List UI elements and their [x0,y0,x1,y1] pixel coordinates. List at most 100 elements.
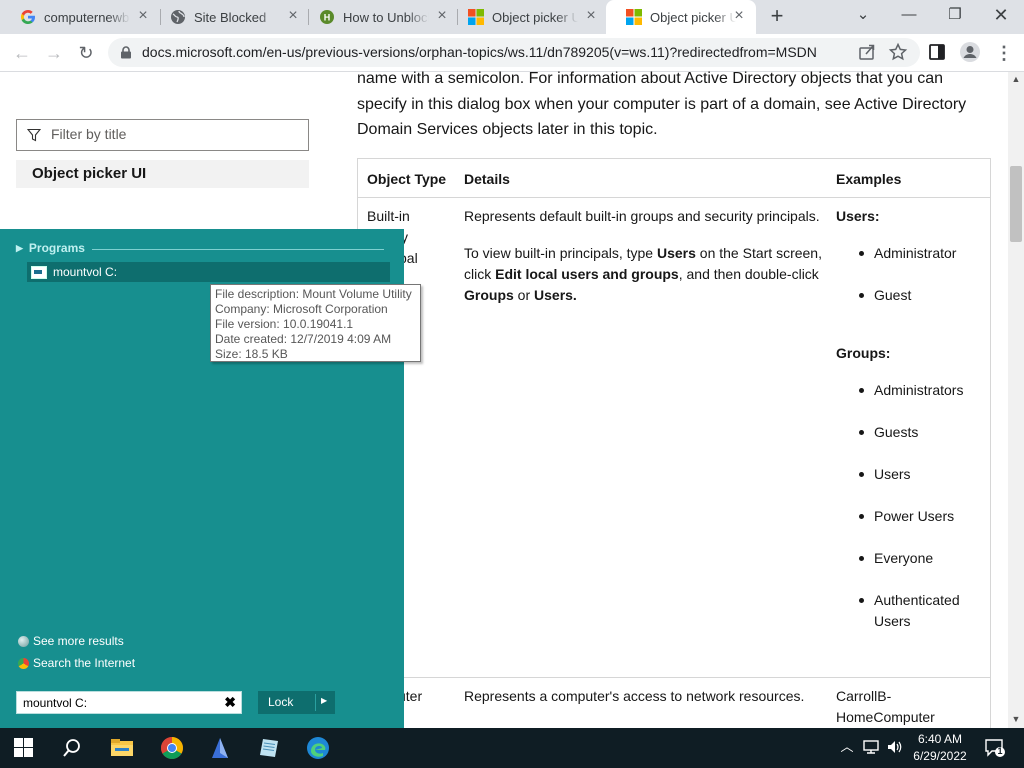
notepad-icon[interactable] [257,736,281,760]
text-bold: Groups [464,287,514,303]
text-run: , and then double-click [678,266,819,282]
system-clock[interactable]: 6:40 AM 6/29/2022 [912,731,968,765]
close-window-button[interactable]: ✕ [978,0,1024,30]
expand-arrow-icon: ▶ [16,242,23,253]
object-type-table: Object Type Details Examples Built-in it… [357,158,991,738]
tooltip-line: Company: Microsoft Corporation [215,302,388,316]
address-bar[interactable]: docs.microsoft.com/en-us/previous-versio… [108,38,920,67]
new-tab-button[interactable]: + [766,5,788,27]
users-list: Administrator Guest [836,243,956,327]
list-item: Power Users [836,506,974,548]
search-internet-link[interactable]: Search the Internet [18,656,135,670]
scroll-up-arrow-icon[interactable]: ▲ [1008,72,1024,86]
chrome-icon[interactable] [160,736,184,760]
filter-icon [27,128,41,142]
text-run: or [513,287,535,303]
row1-object-type: Built-in [367,208,410,224]
list-item: Users [836,464,974,506]
search-result-mountvol[interactable]: mountvol C: [27,262,390,282]
side-panel-icon[interactable] [927,42,947,62]
text-run: To view built-in principals, type [464,245,657,261]
tab-site-blocked[interactable]: Site Blocked × [150,0,310,34]
close-icon[interactable]: × [732,8,746,24]
url-text[interactable]: docs.microsoft.com/en-us/previous-versio… [142,44,817,60]
list-item: Administrator [836,243,956,285]
search-internet-label: Search the Internet [33,656,136,670]
svg-text:H: H [324,13,331,23]
share-icon[interactable] [857,42,877,62]
programs-section-header: ▶ Programs [16,241,85,255]
chrome-icon [18,657,29,669]
network-icon[interactable] [862,738,880,756]
close-icon[interactable]: × [286,8,300,24]
tab-computernewb[interactable]: computernewb × [0,0,160,34]
header-divider [358,197,990,198]
notification-center-icon[interactable]: 1 [984,736,1006,758]
program-icon [31,265,47,279]
tab-label: Object picker UI [492,9,578,25]
tab-strip: computernewb × Site Blocked × H How to U… [0,0,1024,34]
tab-label: Object picker UI [650,9,736,25]
tab-label: How to Unblock [343,9,429,25]
forward-arrow-icon[interactable]: → [42,41,66,65]
bookmark-star-icon[interactable] [888,42,908,62]
site-favicon-icon: H [319,9,335,25]
filter-by-title-input[interactable] [16,119,309,151]
taskbar: ︿ 6:40 AM 6/29/2022 1 [0,728,1024,768]
minimize-button[interactable]: — [886,0,932,30]
menu-kebab-icon[interactable]: ⋮ [992,41,1016,65]
users-label: Users: [836,208,880,224]
tab-object-picker-active[interactable]: Object picker UI × [606,0,756,34]
clock-date: 6/29/2022 [913,749,967,763]
list-item: Guest [836,285,956,327]
column-header-examples: Examples [836,171,902,187]
scroll-down-arrow-icon[interactable]: ▼ [1008,712,1024,726]
restore-button[interactable]: ❐ [932,0,978,30]
profile-avatar-icon[interactable] [959,41,981,63]
row2-details: Represents a computer's access to networ… [464,688,805,704]
file-explorer-icon[interactable] [110,736,134,760]
lock-icon[interactable] [120,46,132,59]
tray-chevron-up-icon[interactable]: ︿ [838,738,856,756]
tooltip-line: File description: Mount Volume Utility [215,287,412,301]
tab-object-picker-1[interactable]: Object picker UI × [448,0,608,34]
scrollbar-thumb[interactable] [1010,166,1022,242]
text-bold: Edit local users and groups [495,266,679,282]
search-icon[interactable] [62,738,82,758]
reload-icon[interactable]: ↻ [74,41,98,65]
column-header-object-type: Object Type [367,171,447,187]
close-icon[interactable]: × [435,8,449,24]
toc-item-object-picker[interactable]: Object picker UI [16,160,309,188]
start-search-box[interactable]: ✖ [16,691,242,714]
microsoft-icon [626,9,642,25]
programs-label: Programs [28,241,85,255]
lock-label: Lock [268,695,294,709]
tooltip-line: Date created: 12/7/2019 4:09 AM [215,332,392,346]
app-icon[interactable] [208,736,232,760]
clock-time: 6:40 AM [917,732,963,746]
tooltip-line: File version: 10.0.19041.1 [215,317,354,331]
lock-button[interactable]: Lock ▶ [258,691,335,714]
tab-how-to-unblock[interactable]: H How to Unblock × [299,0,459,34]
back-arrow-icon[interactable]: ← [10,41,34,65]
edge-icon[interactable] [306,736,330,760]
intro-paragraph: name with a semicolon. For information a… [357,70,967,138]
column-header-details: Details [464,171,510,187]
button-divider [315,694,316,711]
row2-example-line2: HomeComputer [836,709,935,725]
windows-start-icon[interactable] [14,738,34,758]
see-more-results-link[interactable]: See more results [18,634,124,648]
clear-search-icon[interactable]: ✖ [224,694,236,711]
power-options-arrow-icon[interactable]: ▶ [321,696,327,705]
groups-list: Administrators Guests Users Power Users … [836,380,974,632]
list-item: Guests [836,422,974,464]
start-search-input[interactable] [21,695,220,711]
close-icon[interactable]: × [136,8,150,24]
volume-icon[interactable] [886,738,904,756]
file-info-tooltip: File description: Mount Volume Utility C… [210,284,421,362]
close-icon[interactable]: × [584,8,598,24]
section-divider [92,249,384,250]
filter-text-field[interactable] [49,125,303,143]
row1-details-summary: Represents default built-in groups and s… [464,208,820,224]
tab-search-chevron-icon[interactable]: ⌄ [840,0,886,30]
